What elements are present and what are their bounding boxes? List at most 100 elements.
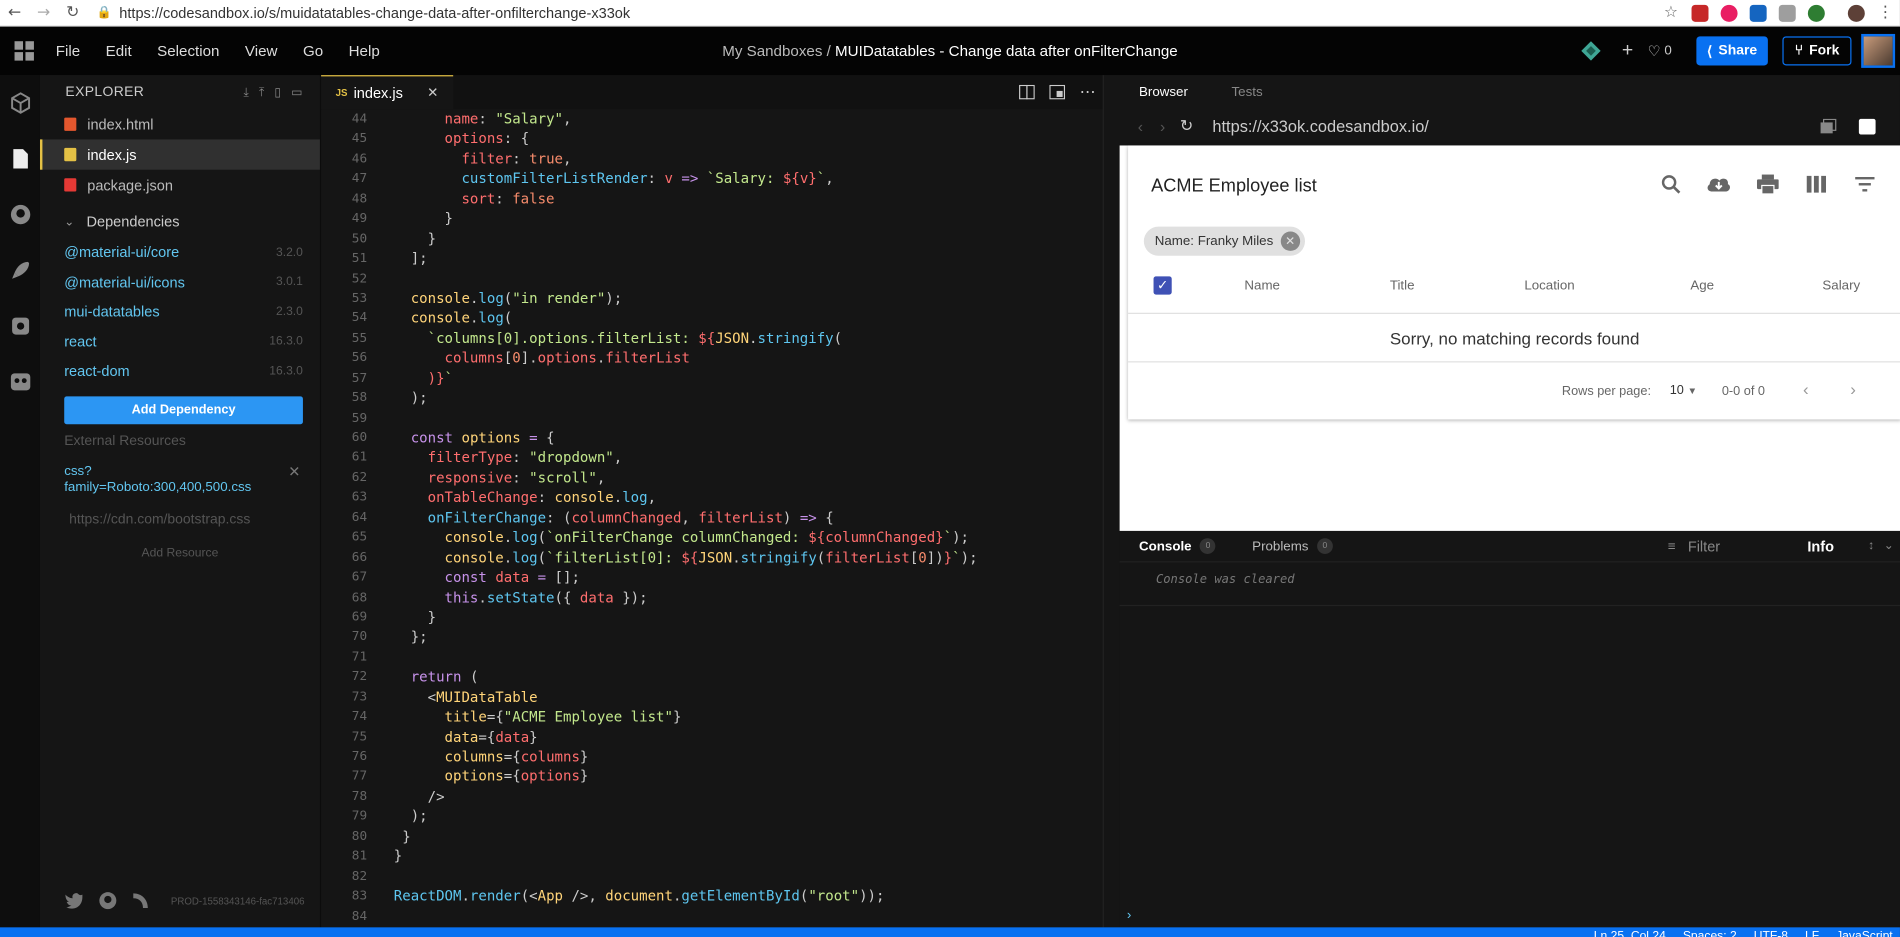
collapse-console-icon[interactable]: ⌄ (1884, 539, 1894, 552)
dependency-mui-datatables[interactable]: mui-datatables 2.3.0 (40, 297, 320, 327)
deploy-rocket-icon[interactable] (0, 242, 40, 298)
code-line[interactable]: 70 }; (321, 627, 1103, 647)
code-line[interactable]: 45 options: { (321, 129, 1103, 149)
extension-icon-2[interactable] (1720, 4, 1738, 22)
sandbox-title[interactable]: MUIDatatables - Change data after onFilt… (835, 42, 1178, 59)
extension-icon-1[interactable] (1691, 4, 1709, 22)
code-line[interactable]: 50 } (321, 229, 1103, 249)
code-line[interactable]: 78 /> (321, 787, 1103, 807)
code-line[interactable]: 55 `columns[0].options.filterList: ${JSO… (321, 328, 1103, 348)
tab-tests[interactable]: Tests (1232, 85, 1263, 100)
preview-forward-icon[interactable]: › (1160, 117, 1165, 135)
code-line[interactable]: 73 <MUIDataTable (321, 687, 1103, 707)
menu-selection[interactable]: Selection (157, 42, 219, 59)
extension-icon-3[interactable] (1749, 4, 1767, 22)
spectrum-icon[interactable] (132, 892, 149, 909)
share-button[interactable]: ⟨ Share (1696, 36, 1769, 66)
code-line[interactable]: 64 onFilterChange: (columnChanged, filte… (321, 508, 1103, 528)
fullscreen-icon[interactable] (1858, 118, 1876, 135)
code-line[interactable]: 59 (321, 408, 1103, 428)
code-line[interactable]: 47 customFilterListRender: v => `Salary:… (321, 169, 1103, 189)
column-header-name[interactable]: Name (1244, 279, 1280, 294)
remove-resource-icon[interactable]: ✕ (288, 463, 300, 480)
new-folder-icon[interactable]: ▭ (291, 85, 303, 98)
tab-console[interactable]: Console (1139, 539, 1192, 554)
code-line[interactable]: 69 } (321, 607, 1103, 627)
preview-url-input[interactable]: https://x33ok.codesandbox.io/ (1212, 117, 1428, 135)
code-line[interactable]: 83 ReactDOM.render(<App />, document.getE… (321, 886, 1103, 906)
print-icon[interactable] (1755, 172, 1780, 195)
code-line[interactable]: 84 (321, 906, 1103, 926)
menu-go[interactable]: Go (303, 42, 323, 59)
code-line[interactable]: 71 (321, 647, 1103, 667)
dependency-material-ui-core[interactable]: @material-ui/core 3.2.0 (40, 238, 320, 268)
add-dependency-button[interactable]: Add Dependency (64, 395, 303, 424)
menu-view[interactable]: View (245, 42, 278, 59)
code-line[interactable]: 56 columns[0].options.filterList (321, 348, 1103, 368)
language-mode[interactable]: JavaScript (1836, 929, 1893, 937)
filter-input[interactable]: Filter (1688, 538, 1720, 555)
deploy-icon[interactable] (1581, 40, 1603, 62)
code-line[interactable]: 44 name: "Salary", (321, 109, 1103, 129)
code-line[interactable]: 60 const options = { (321, 428, 1103, 448)
code-line[interactable]: 80 } (321, 826, 1103, 846)
column-header-title[interactable]: Title (1390, 279, 1415, 294)
profile-icon[interactable] (1847, 4, 1865, 22)
chip-delete-icon[interactable]: ✕ (1280, 231, 1300, 251)
code-line[interactable]: 51 ]; (321, 249, 1103, 269)
dependency-react[interactable]: react 16.3.0 (40, 327, 320, 357)
code-line[interactable]: 67 const data = []; (321, 567, 1103, 587)
code-line[interactable]: 57 )}` (321, 368, 1103, 388)
column-header-age[interactable]: Age (1690, 279, 1714, 294)
next-page-icon[interactable]: › (1850, 379, 1856, 398)
column-header-location[interactable]: Location (1524, 279, 1574, 294)
log-level-arrow-icon[interactable]: ↕ (1868, 539, 1874, 552)
code-line[interactable]: 81} (321, 846, 1103, 866)
menu-edit[interactable]: Edit (106, 42, 132, 59)
fork-button[interactable]: ⑂ Fork (1782, 36, 1852, 66)
file-index-html[interactable]: index.html (40, 109, 320, 139)
tab-browser[interactable]: Browser (1139, 85, 1188, 100)
dependency-material-ui-icons[interactable]: @material-ui/icons 3.0.1 (40, 267, 320, 297)
previous-page-icon[interactable]: ‹ (1803, 379, 1809, 398)
encoding[interactable]: UTF-8 (1754, 929, 1788, 937)
code-line[interactable]: 79 ); (321, 806, 1103, 826)
breadcrumb-sandboxes[interactable]: My Sandboxes / (722, 42, 831, 59)
live-collaboration-icon[interactable] (0, 354, 40, 410)
view-columns-icon[interactable] (1803, 172, 1828, 195)
github-icon[interactable] (0, 187, 40, 243)
bookmark-star-icon[interactable]: ☆ (1656, 4, 1685, 22)
code-line[interactable]: 68 this.setState({ data }); (321, 587, 1103, 607)
new-file-icon[interactable]: ▯ (274, 85, 281, 98)
code-line[interactable]: 58 ); (321, 388, 1103, 408)
code-line[interactable]: 52 (321, 269, 1103, 289)
filter-list-icon[interactable] (1851, 172, 1876, 195)
open-new-window-icon[interactable] (1820, 118, 1837, 135)
code-line[interactable]: 61 filterType: "dropdown", (321, 448, 1103, 468)
reload-icon[interactable]: ↻ (58, 4, 87, 22)
code-line[interactable]: 63 onTableChange: console.log, (321, 488, 1103, 508)
column-header-salary[interactable]: Salary (1822, 279, 1860, 294)
resource-url-input[interactable]: https://cdn.com/bootstrap.css (69, 512, 303, 527)
code-line[interactable]: 82 (321, 866, 1103, 886)
like-icon[interactable]: ♡ (1648, 42, 1661, 59)
preview-refresh-icon[interactable]: ↻ (1180, 116, 1193, 135)
browser-menu-icon[interactable]: ⋮ (1871, 4, 1900, 22)
console-prompt[interactable]: › (1127, 908, 1131, 923)
cursor-position[interactable]: Ln 25, Col 24 (1594, 929, 1666, 937)
split-editor-icon[interactable] (1019, 84, 1035, 100)
menu-help[interactable]: Help (349, 42, 380, 59)
code-line[interactable]: 65 console.log(`onFilterChange columnCha… (321, 528, 1103, 548)
sandbox-info-icon[interactable] (0, 75, 40, 131)
code-line[interactable]: 46 filter: true, (321, 149, 1103, 169)
github-footer-icon[interactable] (98, 891, 117, 910)
address-bar[interactable]: https://codesandbox.io/s/muidatatables-c… (119, 4, 1656, 21)
code-line[interactable]: 48 sort: false (321, 189, 1103, 209)
console-filter[interactable]: ≡ Filter (1668, 538, 1720, 555)
upload-icon[interactable]: ⤒ (259, 85, 265, 98)
code-line[interactable]: 53 console.log("in render"); (321, 288, 1103, 308)
close-tab-icon[interactable]: ✕ (427, 85, 438, 101)
settings-gear-icon[interactable] (0, 298, 40, 354)
log-level-select[interactable]: Info (1807, 538, 1834, 555)
forward-icon[interactable]: → (29, 4, 58, 22)
